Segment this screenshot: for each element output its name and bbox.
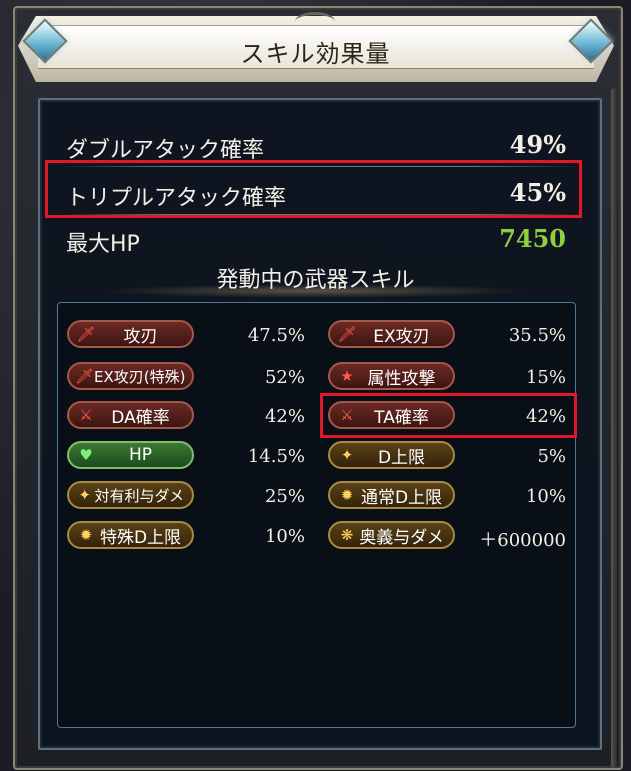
skill-pill-ex-attack-special: 🗡 EX攻刃(特殊) — [67, 362, 194, 390]
section-title: 発動中の武器スキル — [216, 268, 415, 293]
skill-pill-hp: ♥ HP — [67, 441, 194, 469]
ougi-damage-icon: ❋ — [340, 526, 354, 544]
skill-name: 通常D上限 — [360, 487, 443, 508]
highlight-box-ta-rate — [320, 393, 577, 438]
skill-value: 15% — [525, 367, 566, 388]
skill-value: 42% — [264, 406, 305, 427]
frame-edge — [611, 88, 617, 768]
sword-icon: 🗡 — [337, 325, 357, 343]
skill-pill-da-rate: ⚔ DA確率 — [67, 401, 194, 429]
skill-name: D上限 — [377, 447, 426, 468]
skill-name: 属性攻撃 — [367, 368, 436, 389]
skill-pill-special-cap: ✹ 特殊D上限 — [67, 521, 194, 549]
skill-name: 対有利与ダメ — [94, 486, 184, 505]
skill-value: 25% — [264, 486, 305, 507]
sword-icon: 🗡 — [76, 325, 96, 343]
skill-name: HP — [128, 445, 153, 465]
skill-name: 攻刃 — [123, 326, 158, 347]
normal-cap-icon: ✹ — [340, 486, 354, 504]
highlight-box-triple-attack — [45, 160, 582, 218]
skill-pill-element-attack: ★ 属性攻撃 — [328, 362, 455, 390]
skill-value: 35.5% — [508, 325, 566, 346]
skill-pill-ex-attack: 🗡 EX攻刃 — [328, 320, 455, 348]
ornament-icon — [295, 12, 335, 31]
special-cap-icon: ✹ — [79, 526, 93, 544]
stat-value-hp: 7450 — [499, 224, 566, 253]
advantage-damage-icon: ✦ — [78, 486, 91, 504]
skill-value: 10% — [264, 526, 305, 547]
skill-value: 10% — [525, 486, 566, 507]
heart-icon: ♥ — [79, 446, 93, 464]
skill-value: ＋600000 — [479, 530, 566, 551]
stat-value: 49% — [509, 130, 566, 159]
skill-name: EX攻刃 — [373, 326, 430, 347]
stat-row-max-hp: 最大HP 7450 — [66, 222, 566, 262]
skill-pill-attack: 🗡 攻刃 — [67, 320, 194, 348]
skill-name: 奥義与ダメ — [359, 527, 444, 548]
damage-cap-icon: ✦ — [340, 446, 354, 464]
skill-pill-advantage-damage: ✦ 対有利与ダメ — [67, 481, 194, 509]
skill-value: 52% — [264, 367, 305, 388]
skill-name: EX攻刃(特殊) — [94, 367, 186, 386]
skill-name: 特殊D上限 — [99, 527, 182, 548]
skill-value: 5% — [537, 446, 566, 467]
star-icon: ★ — [340, 367, 354, 385]
skill-pill-damage-cap: ✦ D上限 — [328, 441, 455, 469]
stat-label: 最大HP — [66, 232, 140, 257]
skill-pill-normal-cap: ✹ 通常D上限 — [328, 481, 455, 509]
double-slash-icon: ⚔ — [79, 406, 93, 424]
dialog-title: スキル効果量 — [240, 40, 391, 68]
sword-icon: 🗡 — [75, 367, 95, 385]
skill-name: DA確率 — [111, 407, 170, 428]
skill-pill-ougi-damage: ❋ 奥義与ダメ — [328, 521, 455, 549]
skill-value: 14.5% — [247, 446, 305, 467]
skill-value: 47.5% — [247, 325, 305, 346]
